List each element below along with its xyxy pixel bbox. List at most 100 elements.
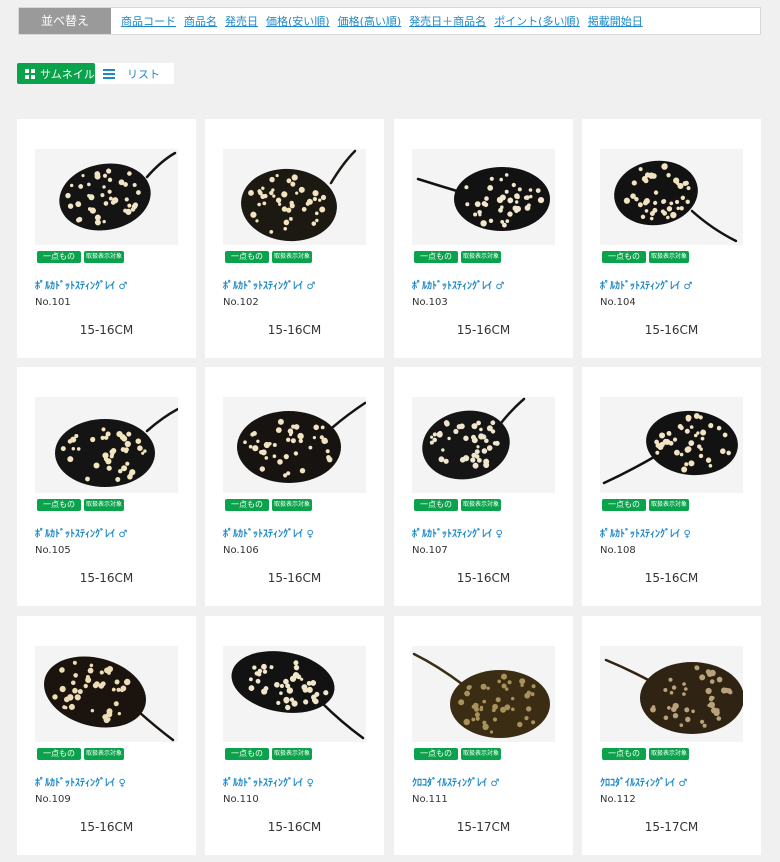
product-name-link[interactable]: ﾎﾟﾙｶﾄﾞｯﾄｽﾃｨﾝｸﾞﾚｲ ♀ <box>223 525 314 540</box>
stingray-photo <box>223 397 366 493</box>
one-of-a-kind-badge: 一点もの <box>602 748 646 760</box>
product-card[interactable]: 一点もの 取扱表示対象 ﾎﾟﾙｶﾄﾞｯﾄｽﾃｨﾝｸﾞﾚｲ ♂ No.101 15-16C… <box>17 119 196 358</box>
product-badges: 一点もの 取扱表示対象 <box>414 251 502 263</box>
product-image[interactable] <box>35 646 178 742</box>
sort-option-product-name[interactable]: 商品名 <box>184 13 217 29</box>
product-name-link[interactable]: ﾎﾟﾙｶﾄﾞｯﾄｽﾃｨﾝｸﾞﾚｲ ♂ <box>223 277 315 292</box>
product-name-link[interactable]: ﾎﾟﾙｶﾄﾞｯﾄｽﾃｨﾝｸﾞﾚｲ ♀ <box>600 525 691 540</box>
product-name-link[interactable]: ﾎﾟﾙｶﾄﾞｯﾄｽﾃｨﾝｸﾞﾚｲ ♂ <box>35 277 127 292</box>
display-target-badge: 取扱表示対象 <box>649 499 690 511</box>
product-name-link[interactable]: ﾎﾟﾙｶﾄﾞｯﾄｽﾃｨﾝｸﾞﾚｲ ♀ <box>35 774 126 789</box>
product-image[interactable] <box>600 646 743 742</box>
sort-option-price-high[interactable]: 価格(高い順) <box>338 13 402 29</box>
product-card[interactable]: 一点もの 取扱表示対象 ﾎﾟﾙｶﾄﾞｯﾄｽﾃｨﾝｸﾞﾚｲ ♂ No.103 15-16C… <box>394 119 573 358</box>
sort-label: 並べ替え <box>19 8 111 34</box>
product-name-link[interactable]: ｸﾛｺﾀﾞｲﾙｽﾃｨﾝｸﾞﾚｲ ♂ <box>600 774 687 789</box>
one-of-a-kind-badge: 一点もの <box>414 748 458 760</box>
product-image[interactable] <box>412 397 555 493</box>
product-number: No.106 <box>223 545 259 556</box>
sort-option-listing-start[interactable]: 掲載開始日 <box>588 13 643 29</box>
display-target-badge: 取扱表示対象 <box>461 499 502 511</box>
one-of-a-kind-badge: 一点もの <box>37 251 81 263</box>
product-name-link[interactable]: ﾎﾟﾙｶﾄﾞｯﾄｽﾃｨﾝｸﾞﾚｲ ♀ <box>412 525 503 540</box>
product-card[interactable]: 一点もの 取扱表示対象 ﾎﾟﾙｶﾄﾞｯﾄｽﾃｨﾝｸﾞﾚｲ ♀ No.109 15-16C… <box>17 616 196 855</box>
view-toggle: サムネイル リスト <box>17 63 174 84</box>
product-card[interactable]: 一点もの 取扱表示対象 ﾎﾟﾙｶﾄﾞｯﾄｽﾃｨﾝｸﾞﾚｲ ♂ No.104 15-16C… <box>582 119 761 358</box>
stingray-photo <box>412 646 555 742</box>
product-number: No.101 <box>35 297 71 308</box>
product-name-link[interactable]: ﾎﾟﾙｶﾄﾞｯﾄｽﾃｨﾝｸﾞﾚｲ ♂ <box>35 525 127 540</box>
product-card[interactable]: 一点もの 取扱表示対象 ﾎﾟﾙｶﾄﾞｯﾄｽﾃｨﾝｸﾞﾚｲ ♂ No.105 15-16C… <box>17 367 196 606</box>
display-target-badge: 取扱表示対象 <box>649 748 690 760</box>
product-number: No.107 <box>412 545 448 556</box>
product-size: 15-16CM <box>456 571 511 585</box>
one-of-a-kind-badge: 一点もの <box>414 251 458 263</box>
product-image[interactable] <box>412 646 555 742</box>
stingray-photo <box>600 397 743 493</box>
stingray-photo <box>412 149 555 245</box>
product-image[interactable] <box>35 397 178 493</box>
product-number: No.112 <box>600 794 636 805</box>
sort-option-release-date[interactable]: 発売日 <box>225 13 258 29</box>
display-target-badge: 取扱表示対象 <box>461 748 502 760</box>
sort-option-product-code[interactable]: 商品コード <box>121 13 176 29</box>
product-badges: 一点もの 取扱表示対象 <box>225 251 313 263</box>
product-number: No.105 <box>35 545 71 556</box>
one-of-a-kind-badge: 一点もの <box>225 499 269 511</box>
sort-options: 商品コード 商品名 発売日 価格(安い順) 価格(高い順) 発売日＋商品名 ポイ… <box>121 8 643 34</box>
sort-option-points[interactable]: ポイント(多い順) <box>494 13 580 29</box>
product-card[interactable]: 一点もの 取扱表示対象 ﾎﾟﾙｶﾄﾞｯﾄｽﾃｨﾝｸﾞﾚｲ ♂ No.102 15-16C… <box>205 119 384 358</box>
product-card[interactable]: 一点もの 取扱表示対象 ﾎﾟﾙｶﾄﾞｯﾄｽﾃｨﾝｸﾞﾚｲ ♀ No.110 15-16C… <box>205 616 384 855</box>
product-badges: 一点もの 取扱表示対象 <box>414 499 502 511</box>
list-view-button[interactable]: リスト <box>95 63 174 84</box>
product-image[interactable] <box>600 397 743 493</box>
product-number: No.109 <box>35 794 71 805</box>
sort-option-price-low[interactable]: 価格(安い順) <box>266 13 330 29</box>
stingray-photo <box>600 149 743 245</box>
product-card[interactable]: 一点もの 取扱表示対象 ﾎﾟﾙｶﾄﾞｯﾄｽﾃｨﾝｸﾞﾚｲ ♀ No.106 15-16C… <box>205 367 384 606</box>
product-size: 15-17CM <box>644 820 699 834</box>
product-name-link[interactable]: ﾎﾟﾙｶﾄﾞｯﾄｽﾃｨﾝｸﾞﾚｲ ♀ <box>223 774 314 789</box>
one-of-a-kind-badge: 一点もの <box>602 251 646 263</box>
stingray-photo <box>223 149 366 245</box>
product-size: 15-16CM <box>79 323 134 337</box>
product-card[interactable]: 一点もの 取扱表示対象 ｸﾛｺﾀﾞｲﾙｽﾃｨﾝｸﾞﾚｲ ♂ No.111 15-17CM <box>394 616 573 855</box>
display-target-badge: 取扱表示対象 <box>84 499 125 511</box>
product-card[interactable]: 一点もの 取扱表示対象 ﾎﾟﾙｶﾄﾞｯﾄｽﾃｨﾝｸﾞﾚｲ ♀ No.107 15-16C… <box>394 367 573 606</box>
product-image[interactable] <box>600 149 743 245</box>
grid-icon <box>25 68 35 79</box>
stingray-photo <box>412 397 555 493</box>
one-of-a-kind-badge: 一点もの <box>37 748 81 760</box>
product-size: 15-16CM <box>79 571 134 585</box>
product-number: No.103 <box>412 297 448 308</box>
product-badges: 一点もの 取扱表示対象 <box>602 251 690 263</box>
product-size: 15-16CM <box>644 571 699 585</box>
product-size: 15-16CM <box>79 820 134 834</box>
display-target-badge: 取扱表示対象 <box>461 251 502 263</box>
product-size: 15-16CM <box>644 323 699 337</box>
product-image[interactable] <box>223 149 366 245</box>
product-name-link[interactable]: ｸﾛｺﾀﾞｲﾙｽﾃｨﾝｸﾞﾚｲ ♂ <box>412 774 499 789</box>
product-name-link[interactable]: ﾎﾟﾙｶﾄﾞｯﾄｽﾃｨﾝｸﾞﾚｲ ♂ <box>412 277 504 292</box>
product-number: No.108 <box>600 545 636 556</box>
product-card[interactable]: 一点もの 取扱表示対象 ｸﾛｺﾀﾞｲﾙｽﾃｨﾝｸﾞﾚｲ ♂ No.112 15-17CM <box>582 616 761 855</box>
product-image[interactable] <box>223 397 366 493</box>
stingray-photo <box>35 397 178 493</box>
one-of-a-kind-badge: 一点もの <box>414 499 458 511</box>
product-badges: 一点もの 取扱表示対象 <box>225 499 313 511</box>
display-target-badge: 取扱表示対象 <box>272 251 313 263</box>
product-badges: 一点もの 取扱表示対象 <box>225 748 313 760</box>
sort-option-release-date-name[interactable]: 発売日＋商品名 <box>409 13 486 29</box>
one-of-a-kind-badge: 一点もの <box>225 251 269 263</box>
product-card[interactable]: 一点もの 取扱表示対象 ﾎﾟﾙｶﾄﾞｯﾄｽﾃｨﾝｸﾞﾚｲ ♀ No.108 15-16C… <box>582 367 761 606</box>
product-image[interactable] <box>223 646 366 742</box>
product-image[interactable] <box>35 149 178 245</box>
thumbnail-view-button[interactable]: サムネイル <box>17 63 95 84</box>
product-badges: 一点もの 取扱表示対象 <box>602 499 690 511</box>
stingray-photo <box>35 149 178 245</box>
one-of-a-kind-badge: 一点もの <box>37 499 81 511</box>
display-target-badge: 取扱表示対象 <box>272 499 313 511</box>
product-name-link[interactable]: ﾎﾟﾙｶﾄﾞｯﾄｽﾃｨﾝｸﾞﾚｲ ♂ <box>600 277 692 292</box>
product-image[interactable] <box>412 149 555 245</box>
thumbnail-view-label: サムネイル <box>40 67 95 81</box>
